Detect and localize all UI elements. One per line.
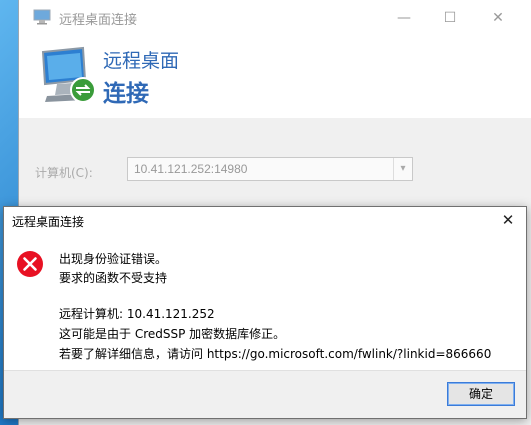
credssp-cause-text: 这可能是由于 CredSSP 加密数据库修正。 xyxy=(59,327,286,341)
computer-combobox[interactable]: 10.41.121.252:14980 ▾ xyxy=(127,157,413,181)
computer-input-value[interactable]: 10.41.121.252:14980 xyxy=(134,162,247,176)
dialog-footer: 确定 xyxy=(4,370,526,418)
computer-label: 计算机(C): xyxy=(35,166,93,180)
banner-title-line1: 远程桌面 xyxy=(103,50,180,72)
error-dialog: 远程桌面连接 ✕ 出现身份验证错误。 要求的函数不受支持 远程计算机: 10.4… xyxy=(3,206,527,419)
remote-computer-text: 远程计算机: 10.41.121.252 xyxy=(59,307,215,321)
rdp-banner: 远程桌面 连接 xyxy=(19,36,531,118)
remote-desktop-app-icon xyxy=(33,9,51,25)
more-info-link-text: 若要了解详细信息，请访问 https://go.microsoft.com/fw… xyxy=(59,347,492,361)
banner-title-line2: 连接 xyxy=(103,81,149,107)
close-button[interactable]: ✕ xyxy=(475,0,521,36)
minimize-button[interactable]: — xyxy=(381,0,427,36)
dialog-title: 远程桌面连接 xyxy=(12,215,85,229)
window-title: 远程桌面连接 xyxy=(59,13,138,28)
error-message-detail: 要求的函数不受支持 xyxy=(59,271,168,285)
chevron-down-icon[interactable]: ▾ xyxy=(393,158,412,180)
error-icon xyxy=(17,251,43,277)
ok-button[interactable]: 确定 xyxy=(447,382,515,406)
dialog-close-button[interactable]: ✕ xyxy=(496,209,520,231)
remote-desktop-logo-icon xyxy=(41,46,96,103)
rdp-titlebar: 远程桌面连接 — ☐ ✕ xyxy=(19,0,531,36)
error-message-heading: 出现身份验证错误。 xyxy=(59,252,168,266)
maximize-button[interactable]: ☐ xyxy=(427,0,473,36)
